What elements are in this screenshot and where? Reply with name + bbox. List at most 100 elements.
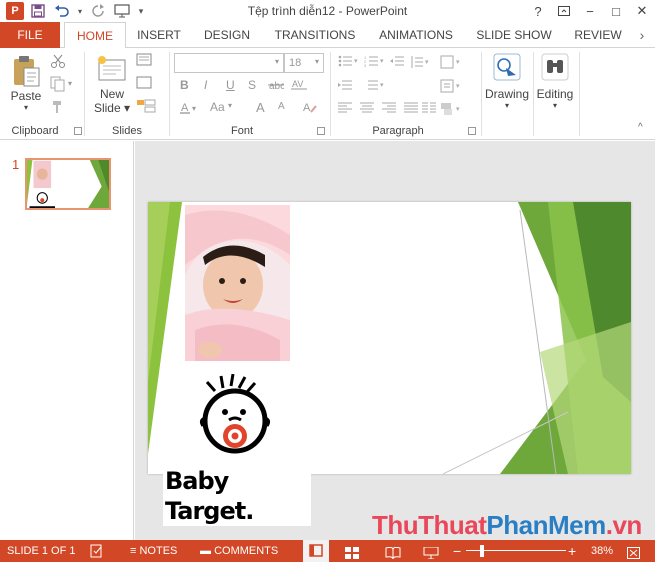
tab-home[interactable]: HOME [64,22,126,49]
tabs-scroll-right-icon[interactable]: › [632,22,652,48]
slide-thumbnail-1[interactable] [25,158,111,210]
tab-file[interactable]: FILE [0,22,60,48]
collapse-ribbon-icon[interactable]: ^ [638,122,643,133]
line-spacing-icon[interactable]: ▾ [409,55,431,72]
numbering-icon[interactable]: 1 2 3 ▾ [364,55,386,70]
comments-label: COMMENTS [214,545,279,557]
separator [169,52,170,136]
font-name-combo[interactable]: ▾ [174,53,284,73]
notes-button[interactable]: ≡ NOTES [130,540,177,562]
cut-icon[interactable] [50,53,66,72]
reset-slide-icon[interactable] [136,76,152,93]
zoom-in-button[interactable]: + [568,540,576,562]
clipboard-group-label: Clipboard [11,125,59,137]
zoom-out-button[interactable]: − [453,540,461,562]
font-launcher-icon[interactable] [317,127,325,135]
editing-button[interactable]: Editing ▾ [534,52,576,110]
font-name-dropdown-icon[interactable]: ▾ [275,57,279,66]
increase-indent-icon[interactable] [338,79,360,94]
spell-check-icon[interactable] [90,544,104,558]
new-slide-button[interactable]: New Slide ▾ [92,54,132,115]
text-shadow-button[interactable]: S [248,78,256,92]
baby-target-logo[interactable]: Baby Target. [163,373,313,526]
reading-view-icon[interactable] [385,545,401,560]
tab-insert[interactable]: INSERT [131,22,187,48]
align-left-icon[interactable] [338,102,352,117]
align-text-icon[interactable]: ▾ [440,79,464,96]
baby-photo[interactable] [185,205,290,361]
clear-formatting-icon[interactable]: A [302,100,318,117]
slide-show-view-icon[interactable] [423,545,439,560]
minimize-button[interactable]: − [577,0,603,22]
new-slide-label-line1: New [99,87,124,101]
font-size-combo[interactable]: 18 ▾ [284,53,324,73]
slide-editing-area[interactable]: Baby Target. [135,141,655,540]
tab-review[interactable]: REVIEW [570,22,626,48]
svg-text:▾: ▾ [380,58,384,65]
slide-layout-icon[interactable] [136,53,158,70]
current-slide[interactable]: Baby Target. [148,202,631,526]
slide-sorter-icon[interactable] [345,545,359,559]
justify-icon[interactable] [404,102,418,117]
separator [84,52,85,136]
change-case-dropdown-icon[interactable]: ▾ [228,101,232,110]
powerpoint-logo-icon[interactable]: P [6,2,24,20]
window-controls: ? − □ ✕ [525,0,655,22]
help-button[interactable]: ? [525,0,551,22]
change-case-button[interactable]: Aa [210,100,225,114]
ribbon-display-options-icon[interactable] [551,0,577,22]
grow-font-button[interactable]: A [256,100,265,115]
close-button[interactable]: ✕ [629,0,655,22]
undo-dropdown-icon[interactable]: ▾ [76,2,84,20]
strikethrough-icon[interactable]: abc [268,79,285,94]
editing-dropdown-icon: ▾ [552,101,557,110]
undo-icon[interactable] [52,2,72,20]
tab-slide-show[interactable]: SLIDE SHOW [473,22,555,48]
slide-count-status[interactable]: SLIDE 1 OF 1 [7,540,75,562]
tab-animations[interactable]: ANIMATIONS [374,22,458,48]
customize-qat-icon[interactable]: ▾ [136,2,146,20]
svg-text:▾: ▾ [456,106,460,113]
bullets-icon[interactable]: ▾ [338,55,360,70]
fit-to-window-icon[interactable] [627,545,640,559]
align-right-icon[interactable] [382,102,396,117]
underline-button[interactable]: U [226,78,235,92]
font-size-value: 18 [289,57,302,69]
section-icon[interactable] [136,99,158,116]
character-spacing-icon[interactable]: AV [290,78,312,93]
new-slide-label-text: Slide [93,101,121,115]
comments-button[interactable]: ▬ COMMENTS [200,540,278,562]
font-size-dropdown-icon[interactable]: ▾ [315,57,319,66]
paragraph-launcher-icon[interactable] [468,127,476,135]
decrease-indent-icon[interactable] [390,55,404,70]
separator [330,52,331,136]
normal-view-button[interactable] [303,540,329,562]
indent-list-icon[interactable]: ▾ [364,79,386,94]
format-painter-icon[interactable] [50,99,66,118]
svg-text:▾: ▾ [380,82,384,89]
columns-icon[interactable] [422,102,436,117]
new-slide-label: New Slide ▾ [92,87,132,115]
copy-icon[interactable]: ▾ [50,76,72,95]
align-center-icon[interactable] [360,102,374,117]
bold-button[interactable]: B [180,78,189,92]
shrink-font-button[interactable]: A [278,101,285,112]
smartart-icon[interactable]: ▾ [440,102,464,119]
clipboard-launcher-icon[interactable] [74,127,82,135]
zoom-level[interactable]: 38% [591,540,613,562]
tab-transitions[interactable]: TRANSITIONS [268,22,362,48]
tab-design[interactable]: DESIGN [199,22,255,48]
watermark-part2: PhanMem [486,510,606,540]
svg-text:A: A [303,102,311,114]
italic-button[interactable]: I [204,78,207,92]
text-direction-icon[interactable]: ▾ [440,55,464,72]
start-slideshow-icon[interactable] [112,2,132,20]
ribbon: Paste ▾ ▾ Clipboard New Slide ▾ Slides ▾… [0,48,655,140]
zoom-slider-thumb[interactable] [480,545,484,557]
restore-button[interactable]: □ [603,0,629,22]
redo-icon[interactable] [88,2,108,20]
font-color-icon[interactable]: A ▾ [180,101,200,118]
paste-button[interactable]: Paste ▾ [8,54,44,112]
drawing-button[interactable]: Drawing ▾ [484,52,530,110]
save-icon[interactable] [28,2,48,20]
